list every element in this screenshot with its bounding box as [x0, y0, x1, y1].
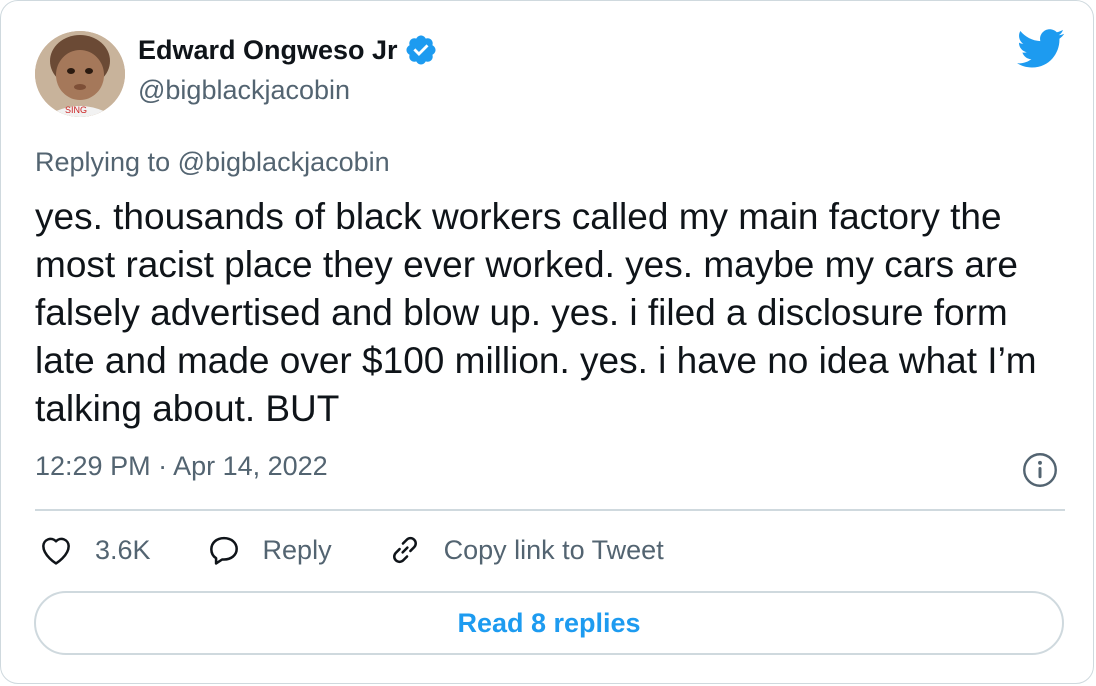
replying-to-label: Replying to — [35, 147, 178, 177]
heart-icon — [42, 537, 70, 565]
replying-to-line: Replying to @bigblackjacobin — [35, 147, 390, 178]
author-name-row: Edward Ongweso Jr — [138, 33, 438, 67]
tweet-timestamp[interactable]: 12:29 PM · Apr 14, 2022 — [35, 451, 328, 482]
action-bar: 3.6K Reply Copy link to Tweet — [37, 529, 718, 571]
author-avatar[interactable]: SING — [35, 31, 125, 117]
reply-bubble-icon — [209, 536, 238, 565]
svg-text:SING: SING — [65, 105, 87, 115]
reply-label: Reply — [262, 534, 332, 565]
info-icon[interactable] — [1022, 452, 1058, 488]
read-replies-button[interactable]: Read 8 replies — [34, 591, 1064, 655]
copy-link-label: Copy link to Tweet — [443, 534, 664, 565]
tweet-text: yes. thousands of black workers called m… — [35, 196, 1037, 429]
like-count: 3.6K — [95, 534, 151, 565]
link-icon — [392, 536, 417, 564]
tweet-card: SING Edward Ongweso Jr @bigblackjacobin … — [0, 0, 1094, 684]
verified-badge-icon — [406, 35, 436, 65]
replying-to-handle-link[interactable]: @bigblackjacobin — [178, 147, 390, 177]
like-button[interactable]: 3.6K — [37, 531, 151, 569]
author-handle[interactable]: @bigblackjacobin — [138, 75, 350, 106]
author-name[interactable]: Edward Ongweso Jr — [138, 35, 398, 66]
reply-button[interactable]: Reply — [205, 531, 332, 569]
twitter-bird-icon[interactable] — [1017, 29, 1065, 69]
divider — [35, 509, 1065, 511]
copy-link-button[interactable]: Copy link to Tweet — [386, 531, 664, 569]
